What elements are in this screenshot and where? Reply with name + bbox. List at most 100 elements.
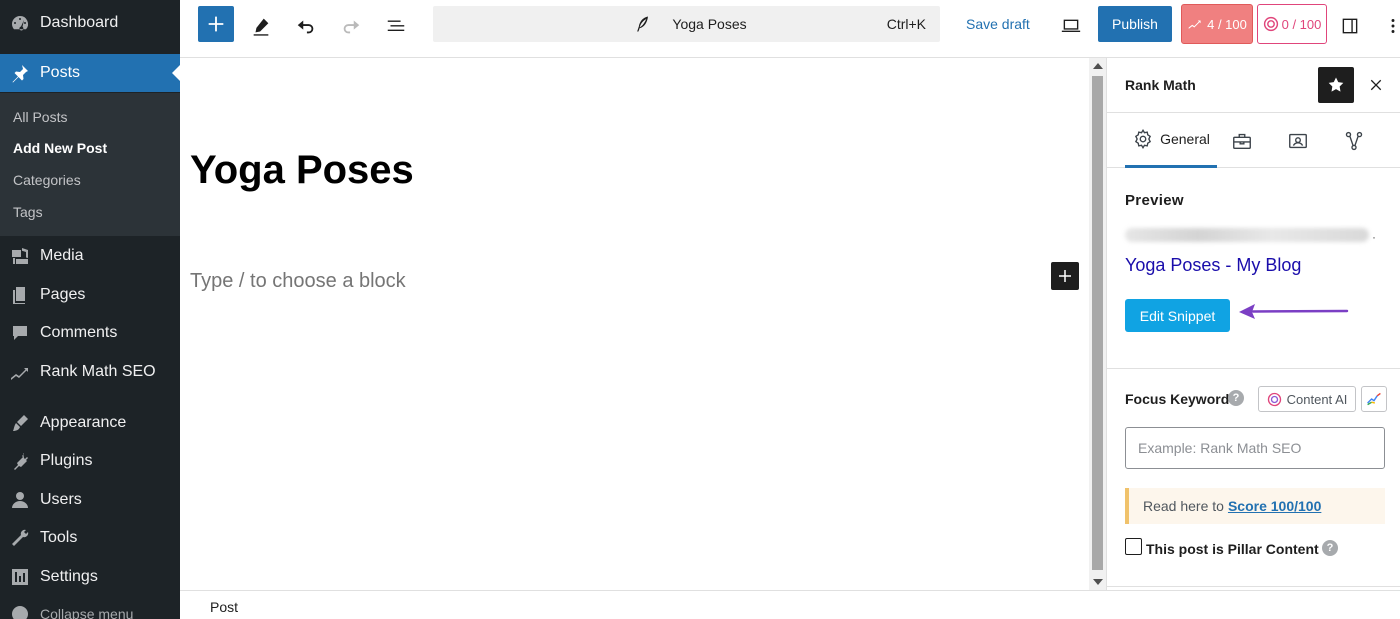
plugin-icon — [9, 450, 31, 472]
scroll-down-arrow-icon[interactable] — [1093, 579, 1103, 585]
submenu-tags[interactable]: Tags — [13, 204, 43, 220]
user-icon — [9, 489, 31, 511]
block-placeholder[interactable]: Type / to choose a block — [190, 270, 406, 293]
tab-advanced[interactable] — [1227, 113, 1257, 168]
collapse-icon — [9, 603, 31, 619]
redo-icon — [343, 20, 360, 34]
help-icon[interactable]: ? — [1228, 390, 1244, 406]
sidebar-label: Settings — [40, 568, 98, 585]
sidebar-item-rank-math-seo[interactable]: Rank Math SEO — [0, 353, 180, 391]
panel-title: Rank Math — [1125, 77, 1196, 93]
publish-button[interactable]: Publish — [1098, 6, 1172, 42]
ai-score-value: 0 / 100 — [1281, 16, 1322, 32]
submenu-add-new-post[interactable]: Add New Post — [13, 140, 107, 156]
settings-sidebar-toggle[interactable] — [1338, 10, 1362, 42]
scroll-up-arrow-icon[interactable] — [1093, 63, 1103, 69]
sidebar-label: Media — [40, 247, 84, 264]
section-divider — [1107, 586, 1400, 587]
content-ai-score-badge[interactable]: 0 / 100 — [1257, 4, 1327, 44]
vertical-ellipsis-icon — [1391, 19, 1395, 33]
pin-panel-button[interactable] — [1318, 67, 1354, 103]
scroll-thumb[interactable] — [1092, 76, 1103, 570]
block-inserter-button[interactable] — [198, 6, 234, 42]
sidebar-label: Tools — [40, 529, 78, 546]
pillar-content-label[interactable]: This post is Pillar Content — [1146, 541, 1319, 557]
help-icon[interactable]: ? — [1322, 540, 1338, 556]
sidebar-label: Dashboard — [40, 14, 119, 31]
post-title[interactable]: Yoga Poses — [190, 148, 414, 193]
gear-icon — [1135, 128, 1152, 150]
seo-score-badge[interactable]: 4 / 100 — [1181, 4, 1253, 44]
trends-chart-icon — [1367, 392, 1381, 406]
rank-math-logo-icon — [1188, 20, 1201, 29]
submenu-categories[interactable]: Categories — [13, 172, 81, 188]
document-overview-button[interactable] — [383, 10, 409, 42]
content-ai-label: Content AI — [1286, 391, 1348, 407]
sidebar-item-comments[interactable]: Comments — [0, 314, 180, 352]
sidebar-label: Collapse menu — [40, 606, 134, 619]
pillar-content-checkbox[interactable] — [1125, 538, 1142, 555]
shortcut-hint: Ctrl+K — [886, 16, 926, 32]
sidebar-item-posts[interactable]: Posts — [0, 54, 180, 92]
pages-icon — [9, 284, 31, 306]
panel-tabs: General — [1107, 112, 1400, 168]
preview-button[interactable] — [1058, 10, 1084, 42]
sidebar-label: Users — [40, 491, 82, 508]
undo-button[interactable] — [293, 10, 319, 42]
sidebar-item-users[interactable]: Users — [0, 481, 180, 519]
pushpin-icon — [9, 62, 31, 84]
redo-button[interactable] — [338, 10, 364, 42]
rank-math-icon — [9, 361, 31, 383]
sidebar-item-pages[interactable]: Pages — [0, 276, 180, 314]
content-ai-button[interactable]: Content AI — [1258, 386, 1356, 412]
tab-social[interactable] — [1283, 113, 1313, 168]
comments-icon — [9, 322, 31, 344]
close-panel-button[interactable] — [1365, 74, 1387, 96]
sidebar-label: Plugins — [40, 452, 93, 469]
focus-keyword-label: Focus Keyword — [1125, 391, 1230, 407]
command-palette-bar[interactable]: Yoga Poses Ctrl+K — [433, 6, 940, 42]
canvas-scrollbar[interactable] — [1089, 58, 1106, 590]
sidebar-label: Rank Math SEO — [40, 363, 156, 380]
more-options-button[interactable] — [1386, 10, 1400, 42]
block-breadcrumb[interactable]: Post — [210, 599, 238, 615]
sidebar-item-plugins[interactable]: Plugins — [0, 442, 180, 480]
edit-snippet-button[interactable]: Edit Snippet — [1125, 299, 1230, 332]
focus-keyword-input[interactable] — [1125, 427, 1385, 469]
score-notice: Read here to Score 100/100 — [1125, 488, 1385, 524]
laptop-icon — [1061, 19, 1081, 32]
annotation-arrow-icon — [1239, 304, 1349, 319]
save-draft-button[interactable]: Save draft — [966, 16, 1030, 32]
document-title: Yoga Poses — [672, 16, 747, 32]
preview-heading: Preview — [1125, 192, 1184, 209]
sidebar-item-settings[interactable]: Settings — [0, 558, 180, 596]
score-link[interactable]: Score 100/100 — [1228, 498, 1321, 514]
pencil-icon — [253, 18, 269, 36]
editor-footer: Post — [180, 590, 1400, 619]
admin-sidebar: Dashboard Posts All Posts Add New Post C… — [0, 0, 180, 619]
sidebar-item-dashboard[interactable]: Dashboard — [0, 4, 180, 42]
tab-general[interactable]: General — [1125, 113, 1217, 168]
section-divider — [1107, 368, 1400, 369]
submenu-all-posts[interactable]: All Posts — [13, 109, 67, 125]
plus-icon — [1059, 270, 1071, 282]
trends-button[interactable] — [1361, 386, 1387, 412]
seo-score-value: 4 / 100 — [1207, 16, 1247, 32]
rank-math-panel: Rank Math General Preview · Yoga Poses -… — [1106, 58, 1400, 590]
sidebar-item-media[interactable]: Media — [0, 237, 180, 275]
social-card-icon — [1289, 133, 1307, 148]
tab-schema[interactable] — [1339, 113, 1369, 168]
tools-button[interactable] — [248, 10, 274, 42]
collapse-menu[interactable]: Collapse menu — [0, 595, 180, 619]
wp-editor-app: Dashboard Posts All Posts Add New Post C… — [0, 0, 1400, 619]
inline-add-block-button[interactable] — [1051, 262, 1079, 290]
preview-serp-title: Yoga Poses - My Blog — [1125, 255, 1302, 275]
content-ai-icon — [1263, 16, 1278, 32]
preview-url-blurred — [1125, 228, 1369, 242]
paintbrush-icon — [9, 412, 31, 434]
sidebar-item-tools[interactable]: Tools — [0, 519, 180, 557]
schema-nodes-icon — [1345, 131, 1363, 150]
wrench-icon — [9, 527, 31, 549]
sidebar-item-appearance[interactable]: Appearance — [0, 404, 180, 442]
preview-url-dots: · — [1372, 230, 1376, 244]
